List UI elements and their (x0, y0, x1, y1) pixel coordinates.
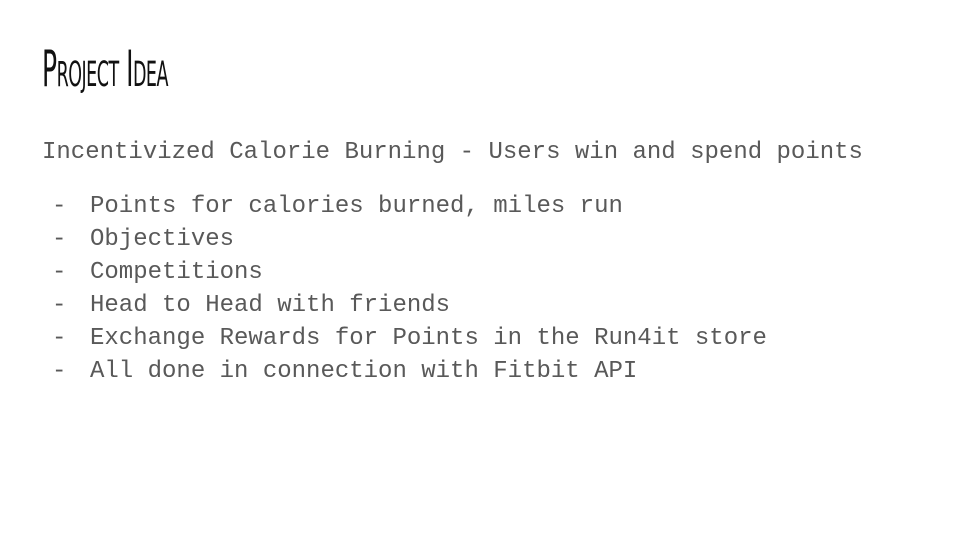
bullet-text: Head to Head with friends (90, 292, 451, 319)
bullet-text: Competitions (90, 259, 263, 286)
bullet-dash: - (52, 259, 67, 286)
slide-title: Project Idea (42, 40, 168, 98)
bullet-dash: - (52, 193, 67, 220)
bullet-text: Exchange Rewards for Points in the Run4i… (90, 325, 767, 352)
bullet-list: - Points for calories burned, miles run -… (52, 193, 767, 391)
list-item: - Competitions (52, 259, 767, 292)
list-item: - All done in connection with Fitbit API (52, 358, 767, 391)
bullet-dash: - (52, 292, 67, 319)
bullet-dash: - (52, 325, 67, 352)
bullet-text: All done in connection with Fitbit API (90, 358, 638, 385)
list-item: - Head to Head with friends (52, 292, 767, 325)
list-item: - Exchange Rewards for Points in the Run4… (52, 325, 767, 358)
list-item: - Objectives (52, 226, 767, 259)
bullet-dash: - (52, 358, 67, 385)
bullet-dash: - (52, 226, 67, 253)
bullet-text: Points for calories burned, miles run (90, 193, 623, 220)
bullet-text: Objectives (90, 226, 235, 253)
slide-subtitle: Incentivized Calorie Burning - Users win… (42, 139, 863, 166)
list-item: - Points for calories burned, miles run (52, 193, 767, 226)
